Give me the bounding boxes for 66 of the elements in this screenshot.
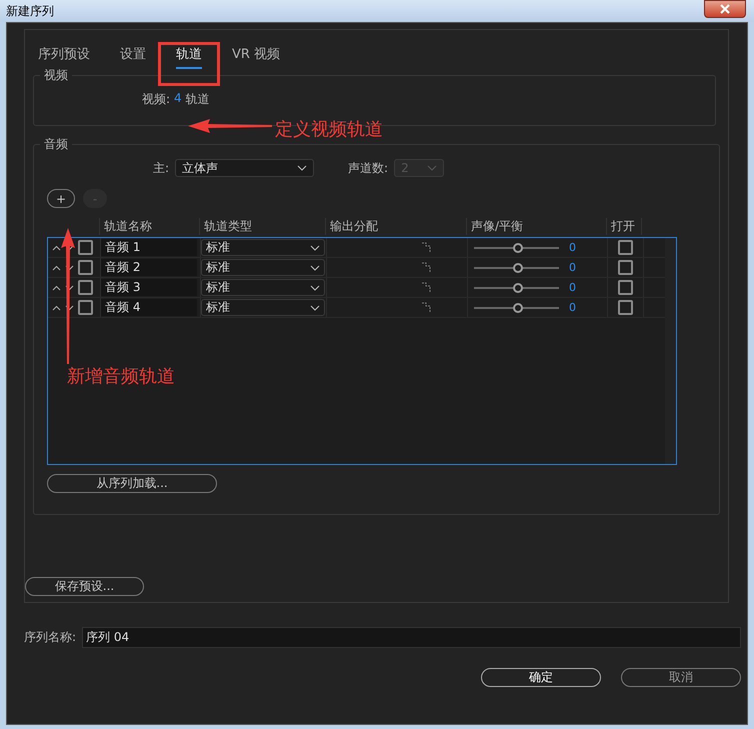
track-type-dropdown[interactable]: 标准 <box>201 299 325 316</box>
sequence-name-field[interactable]: 序列 04 <box>82 627 741 648</box>
save-preset-button[interactable]: 保存预设... <box>25 577 144 596</box>
sequence-name-label: 序列名称: <box>24 629 76 646</box>
routing-icon[interactable] <box>421 282 433 293</box>
chevron-icon <box>310 304 320 310</box>
video-label: 视频: <box>142 91 170 108</box>
open-checkbox[interactable] <box>618 300 633 315</box>
column-header: 打开 <box>606 218 642 234</box>
open-checkbox[interactable] <box>618 260 633 275</box>
video-count[interactable]: 4 <box>174 91 182 108</box>
track-type-dropdown[interactable]: 标准 <box>201 259 325 276</box>
tab[interactable]: 轨道 <box>176 43 202 69</box>
up-icon[interactable] <box>52 304 61 310</box>
tab[interactable]: VR 视频 <box>232 43 280 69</box>
dialog-button[interactable]: 确定 <box>481 668 601 687</box>
up-icon[interactable] <box>52 244 61 250</box>
column-header: 轨道类型 <box>199 218 325 234</box>
track-name-field[interactable]: 音频 3 <box>101 279 197 296</box>
pan-value[interactable]: 0 <box>569 281 576 294</box>
pan-value[interactable]: 0 <box>569 261 576 274</box>
open-checkbox[interactable] <box>618 240 633 255</box>
routing-icon[interactable] <box>421 242 433 253</box>
down-icon[interactable] <box>65 304 74 310</box>
channels-label: 声道数: <box>348 160 388 176</box>
tab[interactable]: 序列预设 <box>38 43 90 69</box>
track-name-field[interactable]: 音频 1 <box>101 239 197 256</box>
dialog-button[interactable]: 取消 <box>621 668 741 687</box>
column-header: 声像/平衡 <box>466 218 606 234</box>
window-title: 新建序列 <box>6 2 54 20</box>
up-icon[interactable] <box>52 284 61 290</box>
annotation-text: 新增音频轨道 <box>67 365 175 388</box>
up-icon[interactable] <box>52 264 61 270</box>
chevron-icon <box>310 244 320 250</box>
checkbox[interactable] <box>78 260 93 275</box>
track-name-field[interactable]: 音频 4 <box>101 299 197 316</box>
group-legend: 音频 <box>40 136 72 153</box>
down-icon[interactable] <box>65 284 74 290</box>
column-header: 轨道名称 <box>99 218 199 234</box>
tab[interactable]: 设置 <box>120 43 146 69</box>
add-track-button[interactable]: + <box>47 189 75 208</box>
checkbox[interactable] <box>78 300 93 315</box>
chevron-icon <box>427 165 438 171</box>
chevron-icon <box>310 284 320 290</box>
checkbox[interactable] <box>78 280 93 295</box>
video-unit: 轨道 <box>186 91 210 108</box>
checkbox[interactable] <box>78 240 93 255</box>
pan-value[interactable]: 0 <box>569 301 576 314</box>
group-legend: 视频 <box>40 67 72 84</box>
track-name-field[interactable]: 音频 2 <box>101 259 197 276</box>
open-checkbox[interactable] <box>618 280 633 295</box>
column-header: 输出分配 <box>325 218 466 234</box>
annotation-text: 定义视频轨道 <box>275 118 383 141</box>
master-dropdown[interactable]: 立体声 <box>175 159 314 177</box>
highlight-frame <box>158 42 220 86</box>
pan-value[interactable]: 0 <box>569 241 576 254</box>
chevron-icon <box>297 165 308 171</box>
routing-icon[interactable] <box>421 262 433 273</box>
track-type-dropdown[interactable]: 标准 <box>201 239 325 256</box>
close-button[interactable] <box>704 0 746 18</box>
close-icon <box>720 4 730 14</box>
chevron-icon <box>310 264 320 270</box>
routing-icon[interactable] <box>421 302 433 313</box>
master-label: 主: <box>153 160 170 176</box>
track-type-dropdown[interactable]: 标准 <box>201 279 325 296</box>
load-from-sequence-button[interactable]: 从序列加载... <box>47 474 217 493</box>
